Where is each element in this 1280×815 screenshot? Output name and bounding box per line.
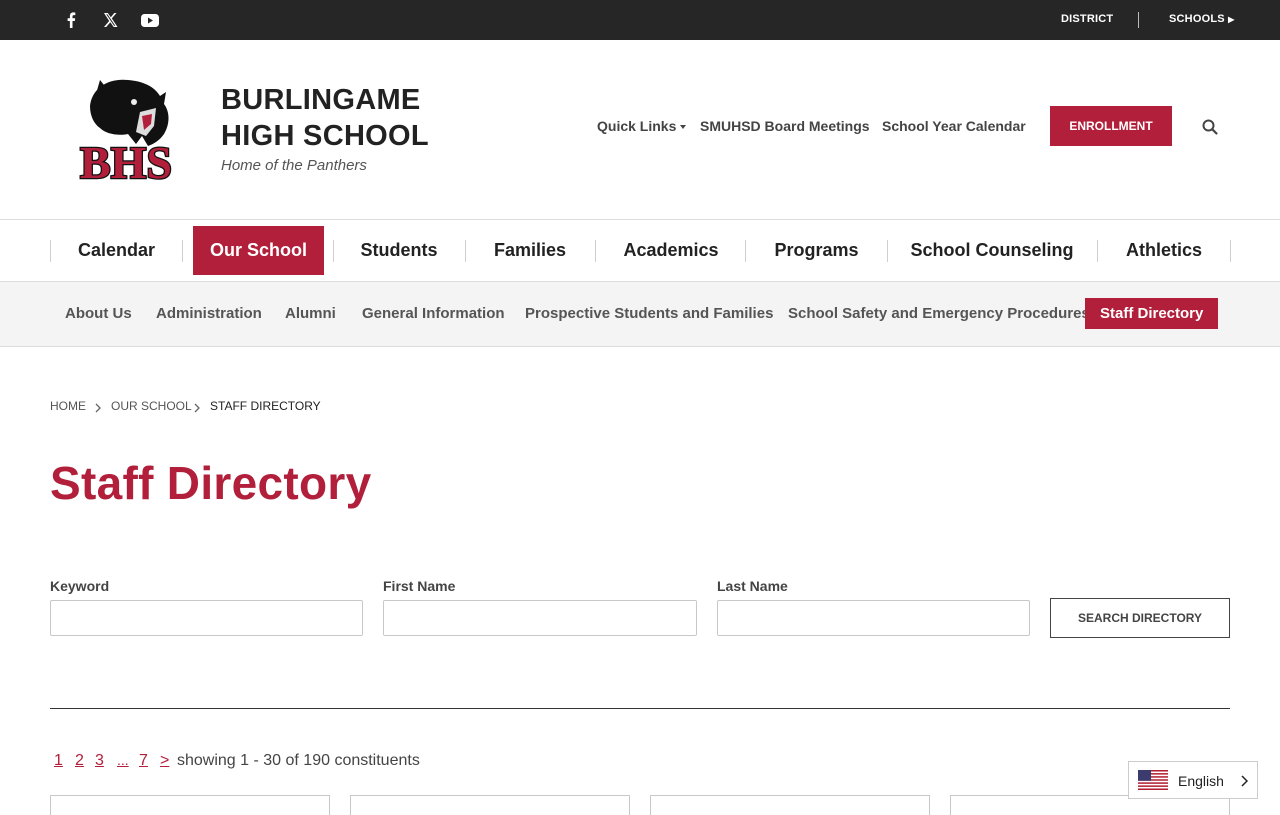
subnav-item-prospective-students[interactable]: Prospective Students and Families	[510, 298, 788, 329]
language-selector[interactable]: English	[1128, 761, 1258, 799]
board-meetings-link[interactable]: SMUHSD Board Meetings	[700, 118, 870, 134]
nav-item-programs[interactable]: Programs	[756, 226, 877, 275]
first-name-label: First Name	[383, 578, 456, 594]
breadcrumb-home[interactable]: HOME	[50, 399, 86, 413]
nav-divider	[333, 240, 334, 262]
school-logo[interactable]: BHS	[56, 76, 196, 189]
nav-item-our-school[interactable]: Our School	[193, 226, 324, 275]
nav-item-school-counseling[interactable]: School Counseling	[898, 226, 1086, 275]
page-link-1[interactable]: 1	[54, 752, 63, 770]
nav-divider	[745, 240, 746, 262]
keyword-input[interactable]	[50, 600, 363, 636]
last-name-input[interactable]	[717, 600, 1030, 636]
first-name-input[interactable]	[383, 600, 697, 636]
nav-item-families[interactable]: Families	[476, 226, 584, 275]
site-header: BHS BURLINGAME HIGH SCHOOL Home of the P…	[0, 40, 1280, 220]
section-divider	[50, 708, 1230, 709]
caret-down-icon	[680, 125, 687, 130]
search-icon[interactable]	[1201, 118, 1219, 136]
district-link[interactable]: DISTRICT	[1061, 13, 1113, 25]
us-flag-icon	[1138, 770, 1168, 790]
subnav-item-staff-directory[interactable]: Staff Directory	[1085, 298, 1219, 329]
school-year-calendar-link[interactable]: School Year Calendar	[882, 118, 1026, 134]
page-title: Staff Directory	[50, 457, 372, 509]
nav-divider	[887, 240, 888, 262]
page-link-2[interactable]: 2	[75, 752, 84, 770]
nav-divider	[1230, 240, 1231, 262]
last-name-label: Last Name	[717, 578, 788, 594]
schools-dropdown[interactable]: SCHOOLS ▶	[1169, 13, 1234, 25]
staff-card[interactable]	[650, 795, 930, 815]
nav-divider	[465, 240, 466, 262]
quick-links-label: Quick Links	[597, 118, 677, 134]
school-name[interactable]: BURLINGAME HIGH SCHOOL	[221, 82, 429, 154]
nav-divider	[50, 240, 51, 262]
nav-divider	[1097, 240, 1098, 262]
nav-item-calendar[interactable]: Calendar	[63, 226, 170, 275]
results-count: showing 1 - 30 of 190 constituents	[177, 752, 420, 769]
breadcrumb-current: STAFF DIRECTORY	[210, 399, 321, 413]
page-link-3[interactable]: 3	[95, 752, 104, 770]
school-name-line2: HIGH SCHOOL	[221, 120, 429, 152]
keyword-label: Keyword	[50, 578, 110, 594]
subnav-item-alumni[interactable]: Alumni	[270, 298, 351, 329]
page-link-7[interactable]: 7	[139, 752, 148, 770]
enrollment-button[interactable]: ENROLLMENT	[1050, 106, 1172, 146]
sub-navigation: About Us Administration Alumni General I…	[0, 282, 1280, 347]
caret-right-icon: ▶	[1228, 15, 1235, 24]
subnav-item-administration[interactable]: Administration	[141, 298, 277, 329]
chevron-right-icon	[94, 400, 102, 413]
school-name-line1: BURLINGAME	[221, 84, 421, 116]
staff-card[interactable]	[350, 795, 630, 815]
main-navigation: Calendar Our School Students Families Ac…	[0, 220, 1280, 282]
subnav-item-general-information[interactable]: General Information	[347, 298, 520, 329]
top-utility-bar: DISTRICT SCHOOLS ▶	[0, 0, 1280, 40]
language-label: English	[1178, 773, 1224, 789]
nav-item-academics[interactable]: Academics	[606, 226, 736, 275]
staff-card[interactable]	[50, 795, 330, 815]
schools-label: SCHOOLS	[1169, 13, 1225, 25]
x-twitter-icon[interactable]	[100, 10, 120, 30]
search-directory-button[interactable]: SEARCH DIRECTORY	[1050, 598, 1230, 638]
nav-divider	[182, 240, 183, 262]
nav-item-students[interactable]: Students	[344, 226, 454, 275]
chevron-right-icon	[193, 400, 201, 413]
nav-item-athletics[interactable]: Athletics	[1108, 226, 1220, 275]
subnav-item-about-us[interactable]: About Us	[50, 298, 147, 329]
page-link-ellipsis[interactable]: ...	[117, 752, 129, 768]
nav-divider	[595, 240, 596, 262]
breadcrumb-our-school[interactable]: OUR SCHOOL	[111, 399, 192, 413]
chevron-right-icon	[1240, 774, 1249, 787]
logo-lettering: BHS	[80, 137, 172, 184]
school-tagline: Home of the Panthers	[221, 157, 367, 174]
youtube-icon[interactable]	[140, 10, 160, 30]
subnav-item-school-safety[interactable]: School Safety and Emergency Procedures	[773, 298, 1105, 329]
topbar-divider	[1138, 12, 1139, 28]
facebook-icon[interactable]	[61, 10, 81, 30]
quick-links-dropdown[interactable]: Quick Links	[597, 118, 687, 134]
page-link-next[interactable]: >	[160, 752, 169, 770]
